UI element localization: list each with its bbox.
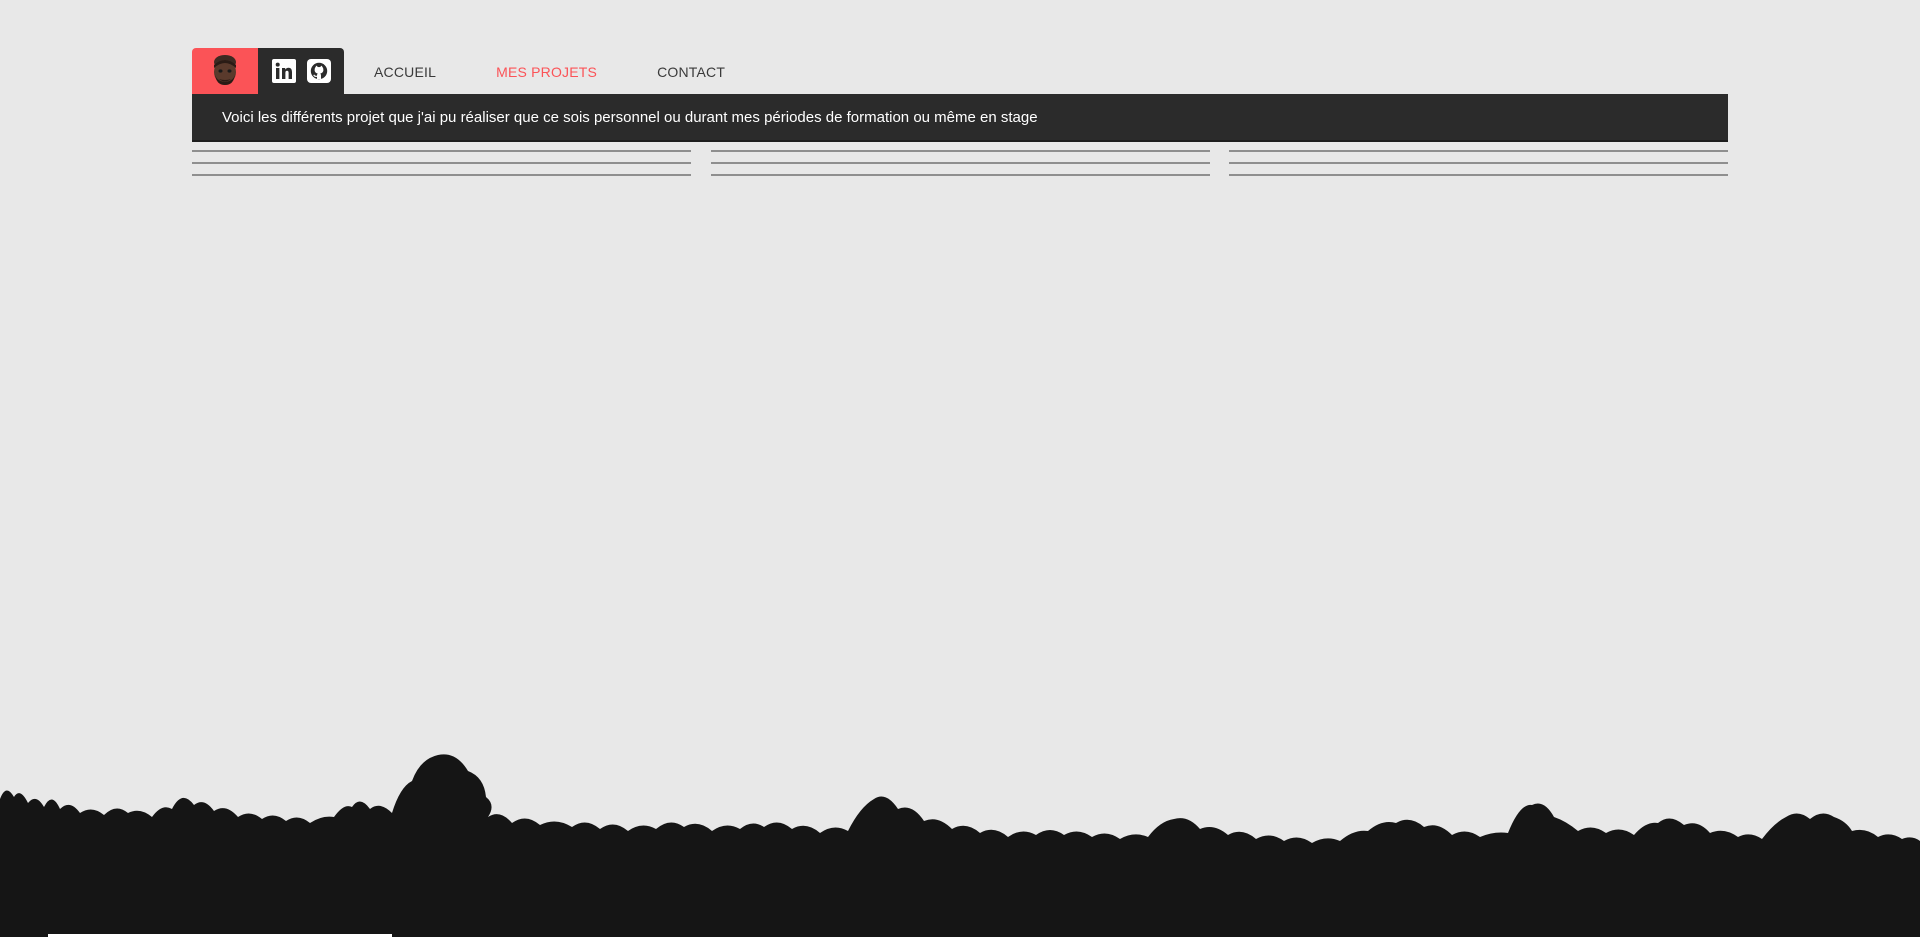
divider <box>192 150 691 152</box>
memoji-avatar-icon <box>214 55 236 85</box>
divider <box>1229 150 1728 152</box>
project-column <box>710 150 1210 186</box>
project-column <box>1229 150 1728 186</box>
project-column <box>192 150 691 186</box>
intro-banner: Voici les différents projet que j'ai pu … <box>192 94 1728 142</box>
nav-link-contact[interactable]: CONTACT <box>657 64 725 80</box>
linkedin-icon[interactable] <box>271 59 296 83</box>
divider <box>710 162 1210 164</box>
top-bar: ACCUEIL MES PROJETS CONTACT <box>192 48 1728 94</box>
nav-link-mes-projets[interactable]: MES PROJETS <box>496 64 597 80</box>
divider <box>1229 174 1728 176</box>
main-container: ACCUEIL MES PROJETS CONTACT Voici les di… <box>192 48 1728 186</box>
page: ACCUEIL MES PROJETS CONTACT Voici les di… <box>0 0 1920 937</box>
social-links <box>258 48 344 94</box>
divider <box>710 150 1210 152</box>
divider <box>192 162 691 164</box>
forest-silhouette <box>0 754 1920 937</box>
project-columns <box>192 150 1728 186</box>
divider <box>710 174 1210 176</box>
main-nav: ACCUEIL MES PROJETS CONTACT <box>374 48 785 94</box>
nav-link-accueil[interactable]: ACCUEIL <box>374 64 436 80</box>
divider <box>1229 162 1728 164</box>
github-icon[interactable] <box>306 59 331 83</box>
intro-text: Voici les différents projet que j'ai pu … <box>222 108 1038 126</box>
divider <box>192 174 691 176</box>
avatar-box[interactable] <box>192 48 258 94</box>
